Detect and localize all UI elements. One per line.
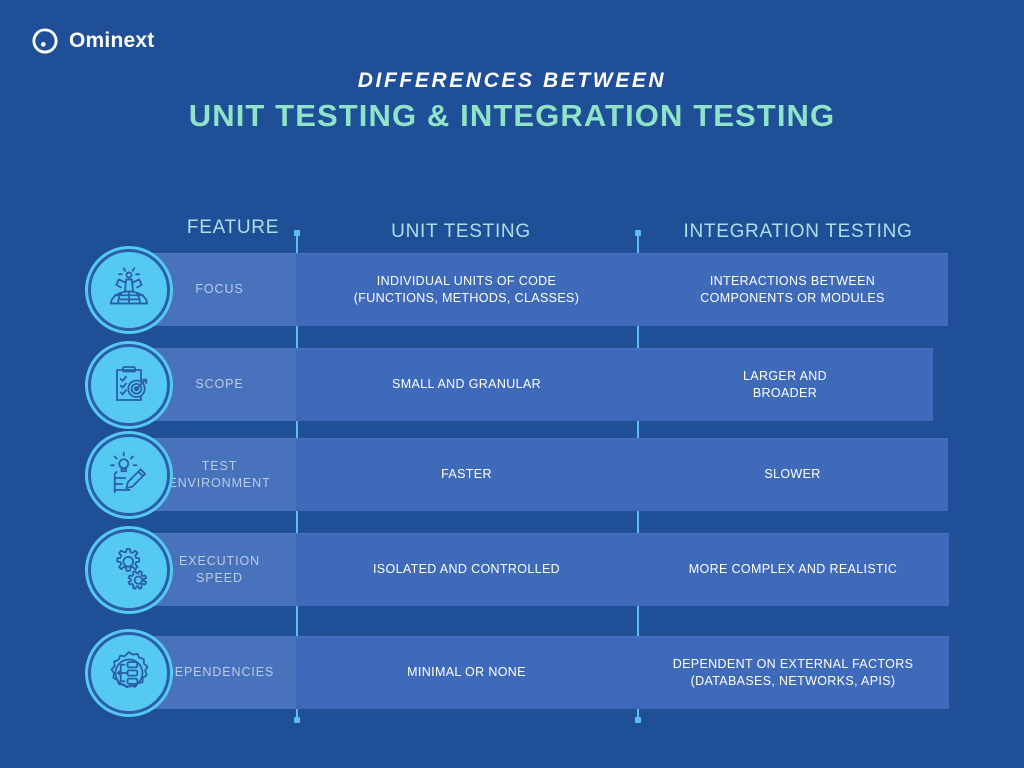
page-title: UNIT TESTING & INTEGRATION TESTING [188, 98, 836, 133]
team-globe-icon [105, 266, 153, 314]
gear-modules-icon [105, 649, 153, 697]
cell-unit-testing: MINIMAL OR NONE [407, 665, 526, 680]
cell-unit-testing: ISOLATED AND CONTROLLED [372, 562, 561, 577]
row-icon-badge [88, 434, 170, 516]
column-header-feature: FEATURE [186, 217, 280, 238]
gears-icon [105, 546, 153, 594]
cell-integration-testing: MORE COMPLEX AND REALISTIC [688, 562, 898, 577]
table-row-bar: DEPENDENCIES MINIMAL OR NONE DEPENDENT ON … [143, 636, 949, 709]
row-icon-badge [88, 344, 170, 426]
kicker-text: DIFFERENCES BETWEEN [357, 69, 667, 92]
lightbulb-pencil-icon [105, 451, 153, 499]
table-row-bar: SCOPE SMALL AND GRANULAR LARGER AND BROADER [143, 348, 933, 421]
divider-dot-top [294, 230, 300, 236]
table-row-bar: FOCUS INDIVIDUAL UNITS OF CODE (FUNCTIONS,… [143, 253, 948, 326]
brand-name: Ominext [69, 29, 155, 52]
cell-integration-testing: SLOWER [764, 467, 821, 482]
cell-integration-testing: INTERACTIONS BETWEEN COMPONENTS OR MODULE… [700, 274, 885, 305]
column-header-integration-testing: INTEGRATION TESTING [683, 221, 913, 242]
cell-unit-testing: FASTER [441, 467, 492, 482]
column-header-unit-testing: UNIT TESTING [391, 221, 531, 242]
cell-unit-testing: INDIVIDUAL UNITS OF CODE (FUNCTIONS, METH… [353, 274, 580, 305]
divider-dot-bottom [635, 717, 641, 723]
row-icon-badge [88, 632, 170, 714]
row-icon-badge [88, 529, 170, 611]
cell-integration-testing: LARGER AND BROADER [742, 369, 828, 400]
row-icon-badge [88, 249, 170, 331]
divider-dot-top [635, 230, 641, 236]
table-row-bar: EXECUTION SPEED ISOLATED AND CONTROLLED MOR… [143, 533, 949, 606]
cell-integration-testing: DEPENDENT ON EXTERNAL FACTORS (DATABASES,… [672, 657, 914, 688]
ominext-circle-logo-icon [32, 28, 58, 54]
cell-unit-testing: SMALL AND GRANULAR [392, 377, 541, 392]
brand-logo: Ominext [30, 26, 154, 56]
clipboard-target-icon [105, 361, 153, 409]
table-row-bar: TEST ENVIRONMENT FASTER SLOWER [143, 438, 948, 511]
divider-dot-bottom [294, 717, 300, 723]
